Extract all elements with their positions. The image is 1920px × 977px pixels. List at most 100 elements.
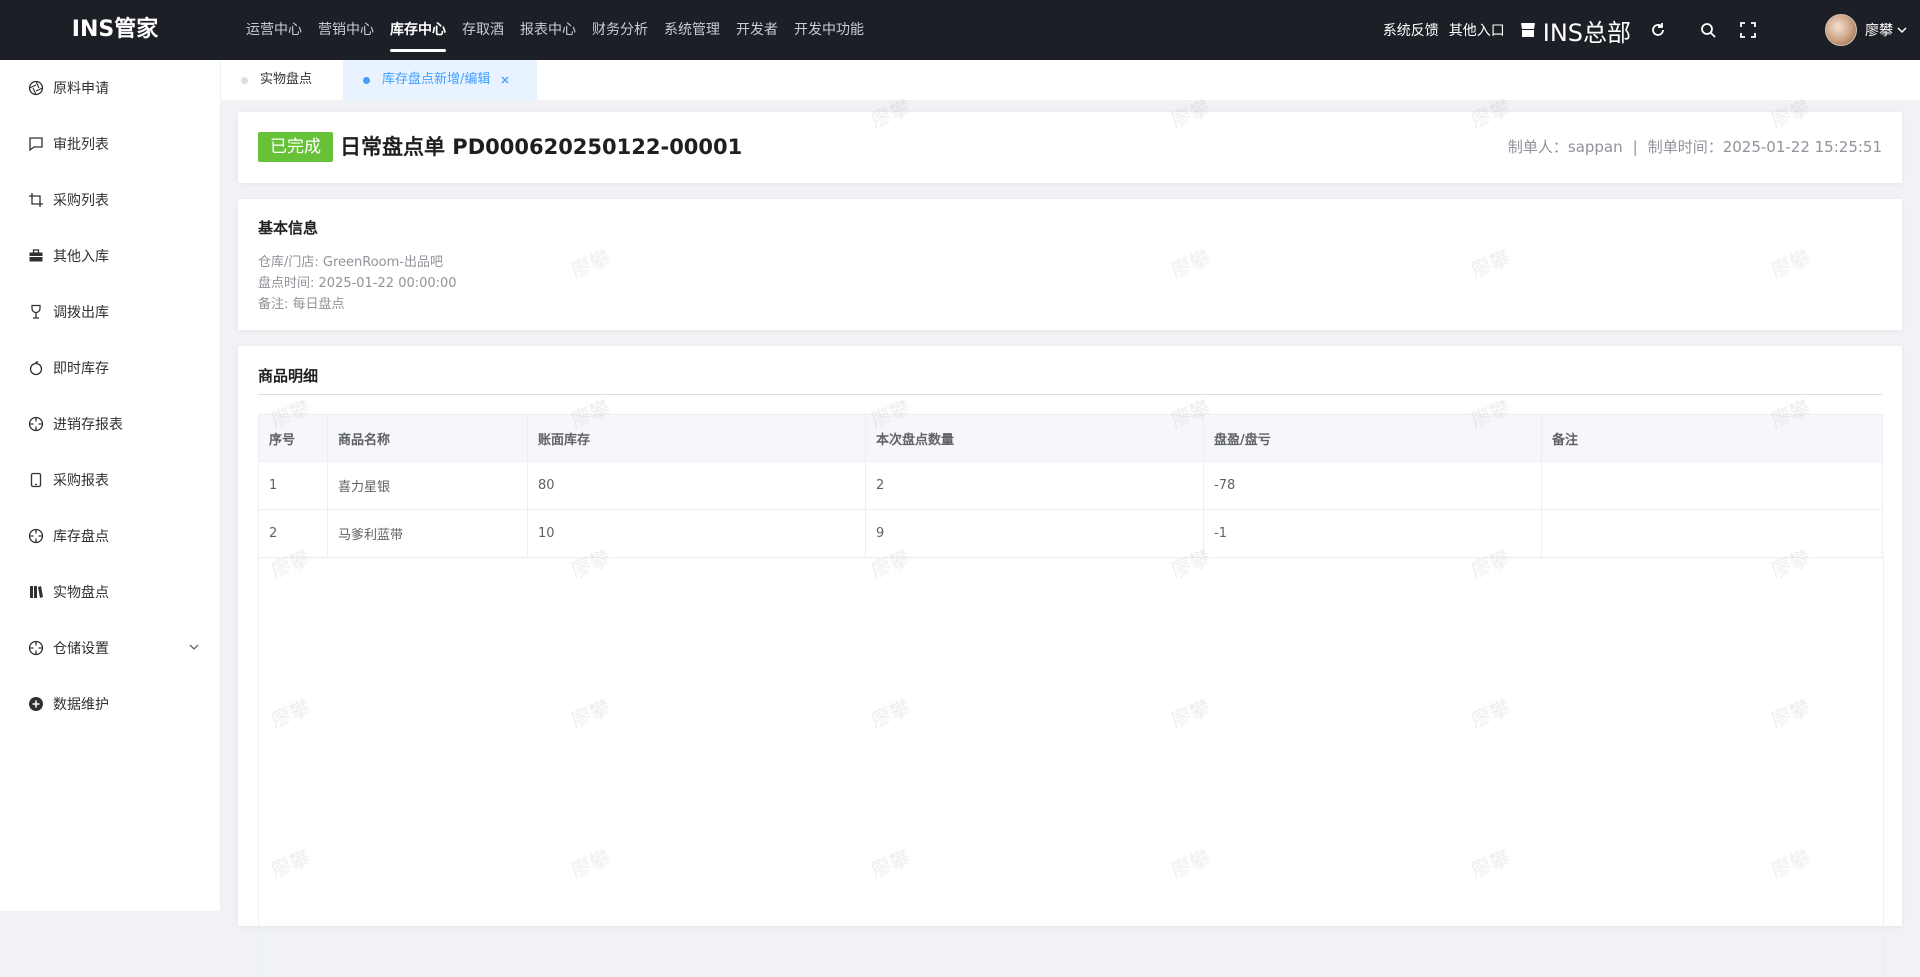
other-entry-link[interactable]: 其他入口 bbox=[1449, 20, 1505, 40]
sidebar: 原料申请 审批列表 采购列表 其他入库 调拨出库 即时库存 进销存报表 采购报表… bbox=[0, 60, 221, 911]
refresh-icon[interactable] bbox=[1649, 21, 1667, 39]
table-cell: 9 bbox=[865, 509, 1204, 558]
table-cell: -1 bbox=[1203, 509, 1542, 558]
sidebar-item-material-request[interactable]: 原料申请 bbox=[0, 60, 220, 116]
plus-circle-icon bbox=[27, 695, 45, 713]
section-title: 基本信息 bbox=[258, 219, 319, 237]
crosshair-icon bbox=[27, 527, 45, 545]
avatar[interactable] bbox=[1825, 14, 1857, 46]
status-badge: 已完成 bbox=[258, 132, 333, 162]
table-cell: 喜力星银 bbox=[327, 461, 528, 510]
header-right: 系统反馈 其他入口 INS总部 廖攀 bbox=[1383, 0, 1908, 60]
tab-status-dot bbox=[241, 76, 248, 84]
crosshair-icon bbox=[27, 639, 45, 657]
sidebar-item-stock-count[interactable]: 库存盘点 bbox=[0, 508, 220, 564]
topnav-reports[interactable]: 报表中心 bbox=[520, 0, 576, 60]
sidebar-item-purchase-report[interactable]: 采购报表 bbox=[0, 452, 220, 508]
table-row: 2 马爹利蓝带 10 9 -1 bbox=[258, 509, 1883, 558]
topnav-marketing[interactable]: 营销中心 bbox=[318, 0, 374, 60]
section-title: 商品明细 bbox=[258, 367, 319, 385]
sidebar-item-other-inbound[interactable]: 其他入库 bbox=[0, 228, 220, 284]
warehouse-info: 仓库/门店: GreenRoom-出品吧 bbox=[258, 255, 443, 270]
table-cell: 2 bbox=[865, 461, 1204, 510]
table-cell: -78 bbox=[1203, 461, 1542, 510]
topnav-inventory[interactable]: 库存中心 bbox=[390, 0, 446, 60]
meta-divider: | bbox=[1632, 138, 1638, 156]
store-name: INS总部 bbox=[1542, 18, 1631, 47]
table-header-row: 序号 商品名称 账面库存 本次盘点数量 盘盈/盘亏 备注 bbox=[258, 414, 1883, 462]
close-icon[interactable] bbox=[500, 75, 510, 85]
chevron-down-icon[interactable] bbox=[1896, 24, 1908, 36]
top-navbar: INS管家 运营中心 营销中心 库存中心 存取酒 报表中心 财务分析 系统管理 … bbox=[0, 0, 1920, 60]
remark-info: 备注: 每日盘点 bbox=[258, 297, 345, 312]
chat-icon bbox=[27, 135, 45, 153]
sidebar-item-label: 即时库存 bbox=[53, 361, 109, 377]
mobile-icon bbox=[27, 471, 45, 489]
topnav-operations[interactable]: 运营中心 bbox=[246, 0, 302, 60]
crosshair-icon bbox=[27, 415, 45, 433]
sidebar-item-data-maintenance[interactable]: 数据维护 bbox=[0, 676, 220, 732]
table-empty-area bbox=[258, 557, 1884, 977]
sidebar-item-transfer-outbound[interactable]: 调拨出库 bbox=[0, 284, 220, 340]
column-header: 备注 bbox=[1541, 414, 1883, 462]
details-table: 序号 商品名称 账面库存 本次盘点数量 盘盈/盘亏 备注 1 喜力星银 80 2… bbox=[258, 414, 1883, 558]
tab-bar: 实物盘点 库存盘点新增/编辑 bbox=[221, 60, 1920, 100]
top-nav: 运营中心 营销中心 库存中心 存取酒 报表中心 财务分析 系统管理 开发者 开发… bbox=[246, 0, 880, 60]
topnav-finance[interactable]: 财务分析 bbox=[592, 0, 648, 60]
sidebar-item-label: 进销存报表 bbox=[53, 417, 123, 433]
sidebar-item-label: 库存盘点 bbox=[53, 529, 109, 545]
apple-icon bbox=[27, 359, 45, 377]
sidebar-item-purchase-list[interactable]: 采购列表 bbox=[0, 172, 220, 228]
created-time-text: 制单时间：2025-01-22 15:25:51 bbox=[1647, 138, 1882, 156]
creator-text: 制单人：sappan bbox=[1507, 138, 1623, 156]
username[interactable]: 廖攀 bbox=[1865, 20, 1893, 40]
goblet-icon bbox=[27, 303, 45, 321]
topnav-in-development[interactable]: 开发中功能 bbox=[794, 0, 864, 60]
store-switcher[interactable]: INS总部 bbox=[1519, 13, 1631, 48]
feedback-link[interactable]: 系统反馈 bbox=[1383, 20, 1439, 40]
aperture-icon bbox=[27, 79, 45, 97]
order-header-card: 已完成 日常盘点单 PD000620250122-00001 制单人：sappa… bbox=[238, 112, 1902, 183]
count-time-info: 盘点时间: 2025-01-22 00:00:00 bbox=[258, 276, 457, 291]
table-cell: 2 bbox=[258, 509, 328, 558]
crop-icon bbox=[27, 191, 45, 209]
table-cell: 10 bbox=[527, 509, 866, 558]
table-cell bbox=[1541, 461, 1883, 510]
topnav-wine-storage[interactable]: 存取酒 bbox=[462, 0, 504, 60]
sidebar-item-label: 实物盘点 bbox=[53, 585, 109, 601]
column-header: 本次盘点数量 bbox=[865, 414, 1204, 462]
column-header: 商品名称 bbox=[327, 414, 528, 462]
order-meta: 制单人：sappan | 制单时间：2025-01-22 15:25:51 bbox=[1508, 132, 1882, 162]
app-logo[interactable]: INS管家 bbox=[0, 0, 230, 60]
table-cell: 1 bbox=[258, 461, 328, 510]
table-cell: 80 bbox=[527, 461, 866, 510]
sidebar-item-label: 采购报表 bbox=[53, 473, 109, 489]
store-icon bbox=[1519, 21, 1537, 39]
basic-info-card: 基本信息 仓库/门店: GreenRoom-出品吧 盘点时间: 2025-01-… bbox=[238, 199, 1902, 330]
search-icon[interactable] bbox=[1699, 21, 1717, 39]
table-cell: 马爹利蓝带 bbox=[327, 509, 528, 558]
sidebar-item-physical-count[interactable]: 实物盘点 bbox=[0, 564, 220, 620]
tab-stock-count-edit[interactable]: 库存盘点新增/编辑 bbox=[343, 60, 537, 100]
column-header: 盘盈/盘亏 bbox=[1203, 414, 1542, 462]
tab-status-dot bbox=[363, 76, 370, 84]
topnav-system[interactable]: 系统管理 bbox=[664, 0, 720, 60]
sidebar-item-label: 审批列表 bbox=[53, 137, 109, 153]
page-title: 日常盘点单 PD000620250122-00001 bbox=[340, 135, 743, 159]
sidebar-item-label: 仓储设置 bbox=[53, 641, 109, 657]
fullscreen-icon[interactable] bbox=[1739, 21, 1757, 39]
tab-label: 实物盘点 bbox=[260, 72, 313, 87]
divider bbox=[258, 394, 1882, 395]
chevron-down-icon[interactable] bbox=[188, 641, 200, 657]
books-icon bbox=[27, 583, 45, 601]
table-row: 1 喜力星银 80 2 -78 bbox=[258, 461, 1883, 510]
sidebar-item-warehouse-settings[interactable]: 仓储设置 bbox=[0, 620, 220, 676]
column-header: 账面库存 bbox=[527, 414, 866, 462]
topnav-developer[interactable]: 开发者 bbox=[736, 0, 778, 60]
column-header: 序号 bbox=[258, 414, 328, 462]
sidebar-item-label: 采购列表 bbox=[53, 193, 109, 209]
sidebar-item-approval-list[interactable]: 审批列表 bbox=[0, 116, 220, 172]
sidebar-item-realtime-stock[interactable]: 即时库存 bbox=[0, 340, 220, 396]
details-card: 商品明细 序号 商品名称 账面库存 本次盘点数量 盘盈/盘亏 备注 1 喜力星银… bbox=[238, 346, 1902, 977]
sidebar-item-inventory-report[interactable]: 进销存报表 bbox=[0, 396, 220, 452]
